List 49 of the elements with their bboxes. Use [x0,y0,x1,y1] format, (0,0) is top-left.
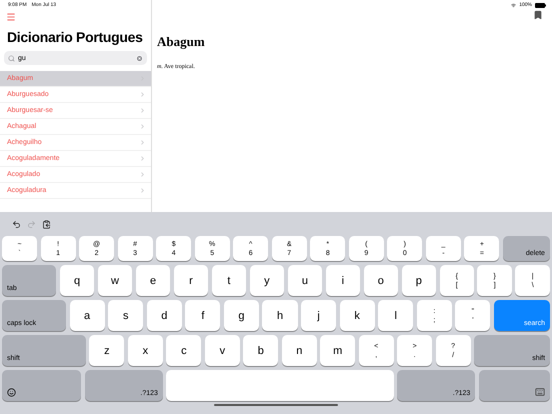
wifi-icon [511,2,516,8]
bookmark-icon[interactable] [533,10,543,20]
chevron-icon [139,139,146,146]
clipboard-icon [42,220,51,228]
chevron-icon [139,171,146,178]
keyboard-key[interactable]: f [185,300,220,331]
keyboard-key[interactable]: h [262,300,298,331]
chevron-icon [139,155,146,162]
keyboard-key[interactable]: i [326,265,360,296]
keyboard-key[interactable]: g [224,300,259,331]
keyboard-key[interactable]: z [89,335,124,366]
keyboard-key[interactable]: c [166,335,202,366]
keyboard-key[interactable]: x [128,335,163,366]
keyboard-key[interactable]: d [146,300,182,331]
keyboard-icon [535,387,546,397]
keyboard-key[interactable]: y [250,265,284,296]
keyboard-dismiss-key[interactable] [478,370,550,401]
battery-icon [535,2,546,8]
keyboard-key[interactable]: m [320,335,356,366]
app-title: Dicionario Portugues [7,28,143,47]
entry-headword: Abagum [156,33,206,51]
keyboard-key[interactable]: s [108,300,144,331]
keyboard-key[interactable]: b [243,335,278,366]
keyboard-key[interactable]: e [136,265,170,296]
keyboard-key[interactable]: j [301,300,336,331]
chevron-icon [139,107,146,114]
chevron-icon [139,91,146,98]
redo-icon [27,220,36,228]
keyboard-key[interactable]: k [340,300,375,331]
keyboard-key[interactable]: l [378,300,414,331]
keyboard-key[interactable]: q [60,265,94,296]
undo-icon [12,220,21,228]
keyboard-key[interactable]: n [282,335,317,366]
toolbar-button[interactable] [42,220,51,228]
keyboard-key[interactable]: w [98,265,132,296]
chevron-icon [139,123,146,130]
chevron-icon [139,187,146,194]
keyboard-key[interactable]: p [402,265,436,296]
smiley-icon [7,388,16,397]
menu-icon[interactable] [6,12,16,22]
keyboard-key[interactable]: o [364,265,398,296]
keyboard-key[interactable]: v [204,335,240,366]
toolbar-button[interactable] [12,220,21,228]
keyboard-key[interactable]: a [70,300,105,331]
keyboard-key[interactable]: u [288,265,322,296]
keyboard-key[interactable]: r [174,265,208,296]
keyboard-key[interactable]: t [212,265,246,296]
clear-icon[interactable] [136,54,143,62]
search-icon [8,54,15,62]
